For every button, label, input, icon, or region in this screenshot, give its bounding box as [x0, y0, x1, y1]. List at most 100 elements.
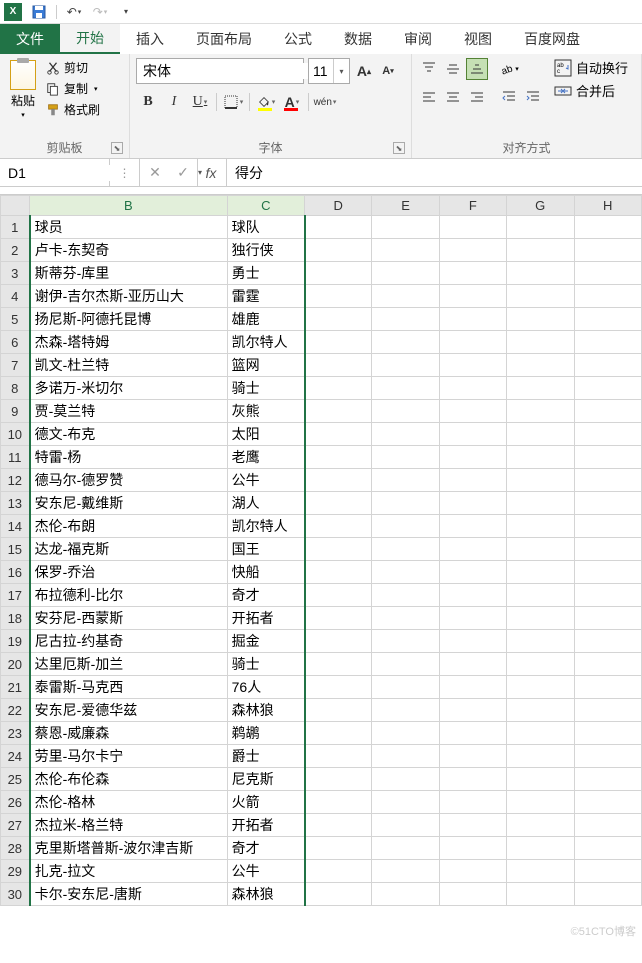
cell-B21[interactable]: 泰雷斯-马克西	[30, 676, 228, 699]
tab-layout[interactable]: 页面布局	[180, 24, 268, 54]
cell-E4[interactable]	[372, 285, 439, 308]
cell-B27[interactable]: 杰拉米-格兰特	[30, 814, 228, 837]
cell-C20[interactable]: 骑士	[227, 653, 304, 676]
cell-F12[interactable]	[439, 469, 506, 492]
cell-D2[interactable]	[305, 239, 372, 262]
cell-H11[interactable]	[574, 446, 642, 469]
qat-customize[interactable]: ▾	[117, 3, 135, 21]
cell-G14[interactable]	[506, 515, 574, 538]
cell-G23[interactable]	[506, 722, 574, 745]
align-center-button[interactable]	[442, 86, 464, 108]
font-dialog-launcher[interactable]: ⬊	[393, 142, 405, 154]
cell-B9[interactable]: 贾-莫兰特	[30, 400, 228, 423]
cell-H8[interactable]	[574, 377, 642, 400]
cell-E12[interactable]	[372, 469, 439, 492]
row-header[interactable]: 2	[1, 239, 30, 262]
cell-D11[interactable]	[305, 446, 372, 469]
cell-G16[interactable]	[506, 561, 574, 584]
cell-C30[interactable]: 森林狼	[227, 883, 304, 906]
cell-H7[interactable]	[574, 354, 642, 377]
cell-F17[interactable]	[439, 584, 506, 607]
cell-C24[interactable]: 爵士	[227, 745, 304, 768]
row-header[interactable]: 6	[1, 331, 30, 354]
font-name-combo[interactable]: ▾	[136, 58, 304, 84]
cell-B22[interactable]: 安东尼-爱德华兹	[30, 699, 228, 722]
cell-H12[interactable]	[574, 469, 642, 492]
cell-G18[interactable]	[506, 607, 574, 630]
row-header[interactable]: 24	[1, 745, 30, 768]
formula-bar[interactable]	[227, 159, 642, 186]
cell-H4[interactable]	[574, 285, 642, 308]
cell-G5[interactable]	[506, 308, 574, 331]
cell-F5[interactable]	[439, 308, 506, 331]
cell-F10[interactable]	[439, 423, 506, 446]
cell-F8[interactable]	[439, 377, 506, 400]
cell-D20[interactable]	[305, 653, 372, 676]
column-header-C[interactable]: C	[227, 196, 304, 216]
cell-H6[interactable]	[574, 331, 642, 354]
row-header[interactable]: 14	[1, 515, 30, 538]
cell-G6[interactable]	[506, 331, 574, 354]
cell-G28[interactable]	[506, 837, 574, 860]
cell-H27[interactable]	[574, 814, 642, 837]
cell-B14[interactable]: 杰伦-布朗	[30, 515, 228, 538]
cell-B20[interactable]: 达里厄斯-加兰	[30, 653, 228, 676]
cell-C17[interactable]: 奇才	[227, 584, 304, 607]
cell-H21[interactable]	[574, 676, 642, 699]
increase-font-button[interactable]: A▴	[354, 61, 374, 81]
paste-button[interactable]: 粘贴 ▾	[6, 58, 40, 121]
cell-B28[interactable]: 克里斯塔普斯-波尔津吉斯	[30, 837, 228, 860]
cell-B18[interactable]: 安芬尼-西蒙斯	[30, 607, 228, 630]
row-header[interactable]: 16	[1, 561, 30, 584]
cell-D22[interactable]	[305, 699, 372, 722]
cell-B29[interactable]: 扎克-拉文	[30, 860, 228, 883]
cell-G2[interactable]	[506, 239, 574, 262]
cell-H25[interactable]	[574, 768, 642, 791]
phonetic-button[interactable]: wén▾	[313, 90, 337, 114]
cell-G22[interactable]	[506, 699, 574, 722]
cell-C19[interactable]: 掘金	[227, 630, 304, 653]
cell-H3[interactable]	[574, 262, 642, 285]
insert-function-button[interactable]: fx	[200, 162, 222, 184]
border-button[interactable]: ▾	[221, 90, 245, 114]
cell-D1[interactable]	[305, 216, 372, 239]
cell-F2[interactable]	[439, 239, 506, 262]
cell-C4[interactable]: 雷霆	[227, 285, 304, 308]
cell-G4[interactable]	[506, 285, 574, 308]
cell-B1[interactable]: 球员	[30, 216, 228, 239]
cell-E26[interactable]	[372, 791, 439, 814]
italic-button[interactable]: I	[162, 90, 186, 114]
align-bottom-button[interactable]	[466, 58, 488, 80]
cell-E25[interactable]	[372, 768, 439, 791]
cell-H29[interactable]	[574, 860, 642, 883]
cell-E23[interactable]	[372, 722, 439, 745]
cell-C2[interactable]: 独行侠	[227, 239, 304, 262]
row-header[interactable]: 8	[1, 377, 30, 400]
cell-C27[interactable]: 开拓者	[227, 814, 304, 837]
cancel-formula-button[interactable]: ✕	[144, 162, 166, 184]
row-header[interactable]: 23	[1, 722, 30, 745]
cell-C16[interactable]: 快船	[227, 561, 304, 584]
row-header[interactable]: 21	[1, 676, 30, 699]
cell-C25[interactable]: 尼克斯	[227, 768, 304, 791]
cell-D21[interactable]	[305, 676, 372, 699]
save-button[interactable]	[30, 3, 48, 21]
cell-E18[interactable]	[372, 607, 439, 630]
font-size-combo[interactable]: ▾	[308, 58, 350, 84]
cell-G29[interactable]	[506, 860, 574, 883]
cell-C13[interactable]: 湖人	[227, 492, 304, 515]
cell-C22[interactable]: 森林狼	[227, 699, 304, 722]
cell-H13[interactable]	[574, 492, 642, 515]
cell-E7[interactable]	[372, 354, 439, 377]
tab-baidu[interactable]: 百度网盘	[508, 24, 596, 54]
cell-F21[interactable]	[439, 676, 506, 699]
orientation-button[interactable]: ab▾	[498, 58, 520, 80]
tab-formula[interactable]: 公式	[268, 24, 328, 54]
cell-E30[interactable]	[372, 883, 439, 906]
cell-C29[interactable]: 公牛	[227, 860, 304, 883]
column-header-G[interactable]: G	[506, 196, 574, 216]
cell-B16[interactable]: 保罗-乔治	[30, 561, 228, 584]
row-header[interactable]: 13	[1, 492, 30, 515]
tab-data[interactable]: 数据	[328, 24, 388, 54]
cell-E14[interactable]	[372, 515, 439, 538]
